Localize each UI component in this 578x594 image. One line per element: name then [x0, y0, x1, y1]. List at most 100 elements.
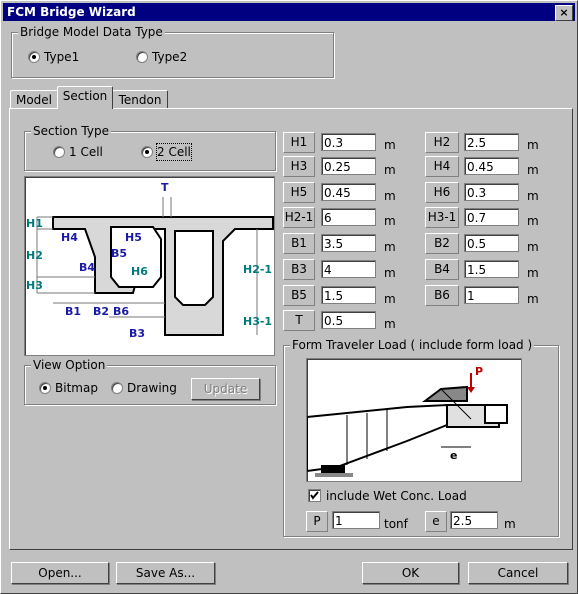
- wizard-window: FCM Bridge Wizard × Bridge Model Data Ty…: [0, 0, 578, 594]
- form-traveler-legend: Form Traveler Load ( include form load ): [290, 338, 535, 352]
- update-button[interactable]: Update: [191, 378, 260, 400]
- radio-drawing-dot[interactable]: [111, 382, 123, 394]
- dim-b4: B4: [79, 261, 95, 274]
- dim-b5: B5: [111, 247, 127, 260]
- input-h5[interactable]: 0.45: [321, 183, 376, 201]
- input-p[interactable]: 1: [332, 511, 380, 529]
- dim-b2: B2: [93, 305, 109, 318]
- unit-t: m: [384, 317, 396, 331]
- radio-bitmap-label: Bitmap: [55, 381, 98, 395]
- unit-h3: m: [384, 163, 396, 177]
- unit-p: tonf: [384, 517, 408, 531]
- radio-drawing[interactable]: Drawing: [111, 380, 185, 396]
- radio-type1-label: Type1: [44, 50, 80, 64]
- label-h2-1: H2-1: [283, 207, 315, 228]
- view-option-legend: View Option: [31, 358, 108, 372]
- unit-b2: m: [527, 240, 539, 254]
- title-bar[interactable]: FCM Bridge Wizard ×: [3, 3, 575, 21]
- label-p: P: [306, 511, 328, 532]
- input-h2[interactable]: 2.5: [464, 133, 519, 151]
- radio-type2-label: Type2: [152, 50, 188, 64]
- check-icon: [310, 491, 319, 500]
- input-t[interactable]: 0.5: [321, 311, 376, 329]
- unit-h2: m: [527, 138, 539, 152]
- load-e-label: e: [450, 449, 457, 462]
- unit-e: m: [504, 517, 516, 531]
- input-h4[interactable]: 0.45: [464, 157, 519, 175]
- radio-1cell[interactable]: 1 Cell: [53, 144, 113, 160]
- window-title: FCM Bridge Wizard: [7, 5, 136, 19]
- unit-b5: m: [384, 292, 396, 306]
- unit-h6: m: [527, 189, 539, 203]
- input-h3-1[interactable]: 0.7: [464, 208, 519, 226]
- dim-h3-1: H3-1: [243, 315, 272, 328]
- model-type-legend: Bridge Model Data Type: [18, 25, 165, 39]
- input-b2[interactable]: 0.5: [464, 234, 519, 252]
- unit-b3: m: [384, 266, 396, 280]
- tab-tendon[interactable]: Tendon: [112, 90, 168, 109]
- open-button[interactable]: Open...: [11, 562, 109, 584]
- tab-section[interactable]: Section: [57, 86, 113, 109]
- cell-right: [174, 230, 214, 306]
- save-as-button[interactable]: Save As...: [116, 562, 215, 584]
- radio-bitmap[interactable]: Bitmap: [39, 380, 109, 396]
- dim-h5: H5: [125, 231, 142, 244]
- section-type-legend: Section Type: [31, 124, 111, 138]
- radio-type1[interactable]: Type1: [28, 49, 98, 65]
- model-type-group: Bridge Model Data Type Type1 Type2: [11, 25, 334, 78]
- radio-2cell[interactable]: 2 Cell: [141, 143, 201, 161]
- input-e[interactable]: 2.5: [450, 511, 498, 529]
- dim-h2: H2: [26, 249, 43, 262]
- wet-conc-checkbox[interactable]: [308, 489, 321, 502]
- label-h4: H4: [425, 156, 459, 177]
- radio-1cell-dot[interactable]: [53, 146, 65, 158]
- unit-h5: m: [384, 189, 396, 203]
- cantilever-segment: [307, 403, 448, 473]
- input-h6[interactable]: 0.3: [464, 183, 519, 201]
- label-b6: B6: [425, 285, 459, 306]
- form-traveler-diagram: P e: [306, 358, 522, 482]
- label-b3: B3: [283, 259, 315, 280]
- section-diagram: H1 H2 H3 H4 H5 H6 H2-1 H3-1 B1 B2 B3 B4 …: [24, 176, 275, 356]
- dim-h2-1: H2-1: [243, 263, 272, 276]
- radio-drawing-label: Drawing: [127, 381, 177, 395]
- input-b5[interactable]: 1.5: [321, 286, 376, 304]
- input-b1[interactable]: 3.5: [321, 234, 376, 252]
- label-t: T: [283, 310, 315, 331]
- radio-2cell-dot[interactable]: [141, 146, 153, 158]
- dim-t: T: [161, 181, 169, 194]
- input-h3[interactable]: 0.25: [321, 157, 376, 175]
- label-h3-1: H3-1: [425, 207, 459, 228]
- tab-model[interactable]: Model: [10, 90, 58, 109]
- wet-conc-label: include Wet Conc. Load: [326, 489, 467, 503]
- input-b4[interactable]: 1.5: [464, 260, 519, 278]
- dim-b6: B6: [113, 305, 129, 318]
- label-b4: B4: [425, 259, 459, 280]
- dim-h4: H4: [61, 231, 78, 244]
- radio-type2[interactable]: Type2: [136, 49, 206, 65]
- unit-b1: m: [384, 240, 396, 254]
- label-b5: B5: [283, 285, 315, 306]
- section-diagram-svg: H1 H2 H3 H4 H5 H6 H2-1 H3-1 B1 B2 B3 B4 …: [26, 181, 274, 340]
- radio-type1-dot[interactable]: [28, 51, 40, 63]
- label-h6: H6: [425, 182, 459, 203]
- unit-b6: m: [527, 292, 539, 306]
- radio-1cell-label: 1 Cell: [69, 145, 103, 159]
- unit-h1: m: [384, 138, 396, 152]
- input-h1[interactable]: 0.3: [321, 133, 376, 151]
- dim-h3: H3: [26, 279, 43, 292]
- close-button[interactable]: ×: [555, 5, 573, 21]
- radio-2cell-label: 2 Cell: [156, 143, 192, 161]
- ok-button[interactable]: OK: [362, 562, 459, 584]
- label-e: e: [425, 511, 447, 532]
- form-traveler-svg: P e: [307, 365, 508, 477]
- radio-type2-dot[interactable]: [136, 51, 148, 63]
- cancel-button[interactable]: Cancel: [468, 562, 568, 584]
- input-b6[interactable]: 1: [464, 286, 519, 304]
- dim-h1: H1: [26, 217, 43, 230]
- input-b3[interactable]: 4: [321, 260, 376, 278]
- radio-bitmap-dot[interactable]: [39, 382, 51, 394]
- section-tab-panel: Section Type 1 Cell 2 Cell H1 H2 H3 H4 H…: [9, 108, 573, 550]
- input-h2-1[interactable]: 6: [321, 208, 376, 226]
- label-b1: B1: [283, 233, 315, 254]
